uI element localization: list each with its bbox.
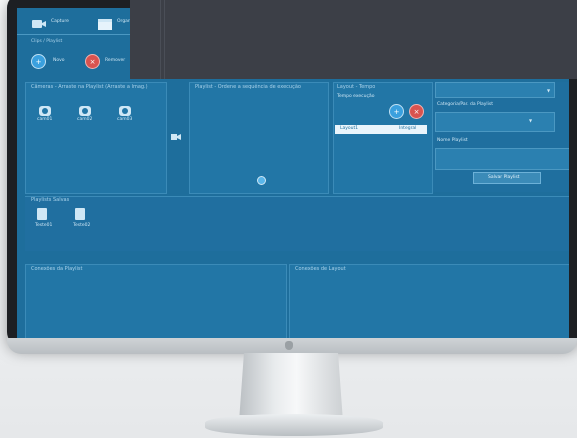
tab-capture-label: Capture <box>51 19 69 24</box>
layout-row-name: Layout1 <box>340 126 359 131</box>
save-playlist-label: Salvar Playlist <box>488 175 520 180</box>
playlist-connections-title: Conexões da Playlist <box>31 266 83 272</box>
name-label: Nome Playlist <box>437 138 468 143</box>
layout-connections-panel <box>289 264 569 338</box>
new-label: Novo <box>53 58 65 63</box>
camera-name: cam02 <box>77 117 93 122</box>
layout-row-value: Integral <box>399 126 417 131</box>
layout-row[interactable]: Layout1 Integral <box>335 125 427 134</box>
overlay-divider <box>164 0 165 79</box>
overlay-divider <box>160 0 161 79</box>
saved-playlist-item[interactable]: Teste02 <box>71 208 95 234</box>
playlist-handle-icon[interactable] <box>257 176 266 185</box>
new-button[interactable]: + Novo <box>31 54 81 69</box>
document-icon <box>75 208 85 220</box>
tab-capture[interactable]: Capture <box>31 12 79 30</box>
camera-icon <box>77 102 93 116</box>
saved-playlists-panel <box>25 196 569 251</box>
add-layout-button[interactable]: + <box>389 104 404 119</box>
top-select[interactable] <box>435 82 555 98</box>
clips-label: Clips / Playlist <box>31 39 63 44</box>
camera-icon <box>37 102 53 116</box>
video-arrow-icon <box>171 126 181 140</box>
plus-icon: + <box>31 54 46 69</box>
camera-icon <box>31 15 47 28</box>
camera-item[interactable]: cam02 <box>75 102 99 126</box>
cameras-panel <box>25 82 167 194</box>
playlist-connections-panel <box>25 264 287 338</box>
chevron-down-icon: ▼ <box>529 118 533 123</box>
camera-item[interactable]: cam03 <box>115 102 139 126</box>
monitor-stand <box>239 353 343 415</box>
apple-logo-icon <box>285 341 293 350</box>
saved-playlist-name: Teste02 <box>73 223 91 228</box>
monitor-base <box>205 414 383 436</box>
saved-playlist-item[interactable]: Teste01 <box>33 208 57 234</box>
save-playlist-button[interactable]: Salvar Playlist <box>473 172 541 184</box>
layout-connections-title: Conexões de Layout <box>295 266 346 272</box>
playlist-panel-title: Playlist - Ordene a sequência de execuçã… <box>195 84 301 90</box>
playlist-name-input[interactable] <box>435 148 569 170</box>
camera-name: cam03 <box>117 117 133 122</box>
close-icon: × <box>85 54 100 69</box>
camera-item[interactable]: cam01 <box>35 102 59 126</box>
cameras-panel-title: Câmeras - Arraste na Playlist (Arraste a… <box>31 84 148 90</box>
chevron-down-icon: ▼ <box>547 88 551 93</box>
camera-icon <box>117 102 133 116</box>
category-label: Categoria/Par. da Playlist <box>437 102 494 107</box>
time-label: Tempo execução <box>337 94 375 99</box>
remove-layout-button[interactable]: × <box>409 104 424 119</box>
camera-name: cam01 <box>37 117 53 122</box>
layout-panel-title: Layout - Tempo <box>337 84 376 90</box>
category-select[interactable] <box>435 112 555 132</box>
overlay-window <box>130 0 577 79</box>
saved-playlists-title: Playlists Salvas <box>31 197 70 203</box>
document-icon <box>37 208 47 220</box>
clapperboard-icon <box>97 15 113 30</box>
saved-playlist-name: Teste01 <box>35 223 53 228</box>
remove-label: Remover <box>105 58 126 63</box>
